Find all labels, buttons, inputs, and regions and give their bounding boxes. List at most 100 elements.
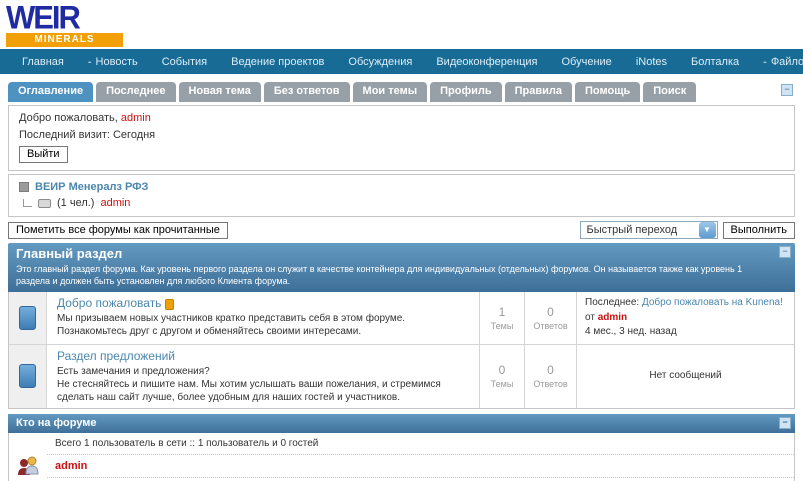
forum-title-link[interactable]: Раздел предложений (57, 349, 175, 363)
main-section-description: Это главный раздел форума. Как уровень п… (16, 264, 743, 287)
topics-count: 1 (498, 305, 506, 320)
tree-branch-icon (23, 199, 32, 207)
online-count: (1 чел.) (57, 197, 95, 209)
nav-item-home[interactable]: Главная (10, 51, 76, 73)
tab-recent[interactable]: Последнее (96, 82, 176, 102)
tab-rules[interactable]: Правила (504, 82, 572, 102)
by-label: от (585, 311, 595, 323)
mark-all-read-button[interactable]: Пометить все форумы как прочитанные (8, 221, 228, 239)
collapse-module-icon[interactable]: − (781, 84, 793, 96)
nav-item-videoconference[interactable]: Видеоконференция (424, 51, 549, 73)
online-user-link[interactable]: admin (100, 197, 130, 209)
forum-main-cell: Добро пожаловать Мы призываем новых учас… (47, 292, 479, 344)
tab-profile[interactable]: Профиль (430, 82, 502, 102)
main-section-title: Главный раздел (16, 246, 123, 261)
nav-item-label: Новость (95, 55, 138, 68)
no-posts-cell: Нет сообщений (576, 344, 794, 408)
tab-help[interactable]: Помощь (575, 82, 641, 102)
last-visit-text: Последний визит: Сегодня (19, 129, 156, 141)
quick-jump-selected-value: Быстрый переход (586, 224, 678, 236)
nav-item-inotes[interactable]: iNotes (624, 51, 679, 73)
collapse-section-icon[interactable]: − (779, 416, 791, 429)
last-post-line: Последнее: Добро пожаловать на Kunena! (585, 296, 786, 311)
tab-new-topic[interactable]: Новая тема (178, 82, 261, 102)
nav-item-discussions[interactable]: Обсуждения (336, 51, 424, 73)
topics-count-cell: 0 Темы (479, 344, 524, 408)
forum-icon-cell (9, 292, 47, 344)
dropdown-marker-icon: - (763, 55, 767, 68)
weir-logo-text: WEIR (6, 0, 81, 36)
replies-count-cell: 0 Ответов (524, 292, 576, 344)
collapse-section-icon[interactable]: − (779, 246, 791, 258)
forum-title-link[interactable]: Добро пожаловать (57, 296, 161, 310)
whos-online-panel: Всего 1 пользователь в сети :: 1 пользов… (8, 432, 795, 481)
page-header: WEIR MINERALS (0, 0, 803, 49)
quick-jump-go-button[interactable]: Выполнить (722, 221, 795, 239)
topics-count: 0 (498, 363, 506, 378)
forum-toolbar: Пометить все форумы как прочитанные Быст… (8, 221, 795, 239)
category-row: ВЕИР Менералз РФЗ (19, 181, 784, 193)
users-icon-cell (9, 433, 47, 481)
replies-label: Ответов (533, 379, 568, 390)
last-post-cell: Последнее: Добро пожаловать на Kunena! о… (576, 292, 794, 344)
last-post-author[interactable]: admin (598, 312, 627, 323)
nav-item-fileshare[interactable]: -Файлообменник (751, 51, 803, 73)
replies-count-cell: 0 Ответов (524, 344, 576, 408)
topics-label: Темы (490, 321, 514, 332)
online-user-link[interactable]: admin (47, 453, 794, 477)
online-summary: Всего 1 пользователь в сети :: 1 пользов… (55, 437, 319, 449)
no-posts-text: Нет сообщений (649, 370, 722, 382)
category-panel: ВЕИР Менералз РФЗ (1 чел.) admin (8, 174, 795, 217)
last-post-author-line: от admin (585, 311, 786, 326)
dropdown-marker-icon: - (87, 55, 92, 68)
status-legend: Статус :: АдминистраторОбщий МодераторМо… (47, 476, 794, 481)
whos-online-header: Кто на форуме − (8, 413, 795, 433)
forum-row-welcome: Добро пожаловать Мы призываем новых учас… (9, 292, 794, 344)
locked-topic-icon (165, 298, 175, 310)
category-online-row: (1 чел.) admin (23, 197, 784, 209)
nav-item-events[interactable]: События (150, 51, 219, 73)
tab-my-topics[interactable]: Мои темы (352, 82, 428, 102)
welcome-panel: Добро пожаловать, admin Последний визит:… (8, 105, 795, 171)
category-link[interactable]: ВЕИР Менералз РФЗ (35, 181, 148, 193)
forum-description-line2: Не стесняйтесь и пишите нам. Мы хотим ус… (57, 378, 441, 403)
forum-list: Добро пожаловать Мы призываем новых учас… (8, 292, 795, 409)
main-navbar: Главная - Новость События Ведение проекто… (0, 49, 803, 74)
forum-main-cell: Раздел предложений Есть замечания и пред… (47, 345, 479, 408)
nav-item-news[interactable]: - Новость (76, 51, 150, 73)
replies-count: 0 (547, 305, 554, 320)
forum-tab-bar: Оглавление Последнее Новая тема Без отве… (8, 82, 795, 102)
whos-online-rows: Всего 1 пользователь в сети :: 1 пользов… (47, 433, 794, 481)
whos-online-title: Кто на форуме (16, 416, 97, 429)
replies-count: 0 (547, 363, 554, 378)
forum-icon (19, 364, 36, 389)
replies-label: Ответов (533, 321, 568, 332)
users-icon (18, 456, 39, 475)
main-section-header: Главный раздел Это главный раздел форума… (8, 243, 795, 293)
tree-node-icon (38, 198, 51, 208)
tab-no-replies[interactable]: Без ответов (263, 82, 350, 102)
forum-icon (19, 306, 36, 331)
logout-button[interactable]: Выйти (19, 146, 68, 163)
chevron-down-icon: ▼ (698, 222, 716, 238)
nav-item-training[interactable]: Обучение (550, 51, 624, 73)
topics-count-cell: 1 Темы (479, 292, 524, 344)
forum-description: Мы призываем новых участников кратко пре… (57, 313, 406, 338)
nav-item-label: Файлообменник (770, 55, 803, 68)
forum-icon-cell (9, 344, 47, 408)
quick-jump-select[interactable]: Быстрый переход ▼ (579, 221, 718, 239)
last-post-label: Последнее: (585, 297, 640, 309)
last-post-time: 4 мес., 3 нед. назад (585, 326, 677, 338)
topics-label: Темы (490, 379, 514, 390)
nav-item-chat[interactable]: Болталка (679, 51, 751, 73)
quick-jump-group: Быстрый переход ▼ Выполнить (579, 221, 795, 239)
weir-logo: WEIR MINERALS (6, 0, 123, 47)
tab-index[interactable]: Оглавление (8, 82, 94, 102)
nav-item-projects[interactable]: Ведение проектов (219, 51, 336, 73)
category-square-icon (19, 182, 29, 192)
current-username: admin (120, 112, 151, 124)
forum-description-line1: Есть замечания и предложения? (57, 365, 210, 377)
tab-search[interactable]: Поиск (643, 82, 697, 102)
last-post-link[interactable]: Добро пожаловать на Kunena! (642, 297, 783, 308)
greeting-text: Добро пожаловать, (19, 112, 118, 124)
